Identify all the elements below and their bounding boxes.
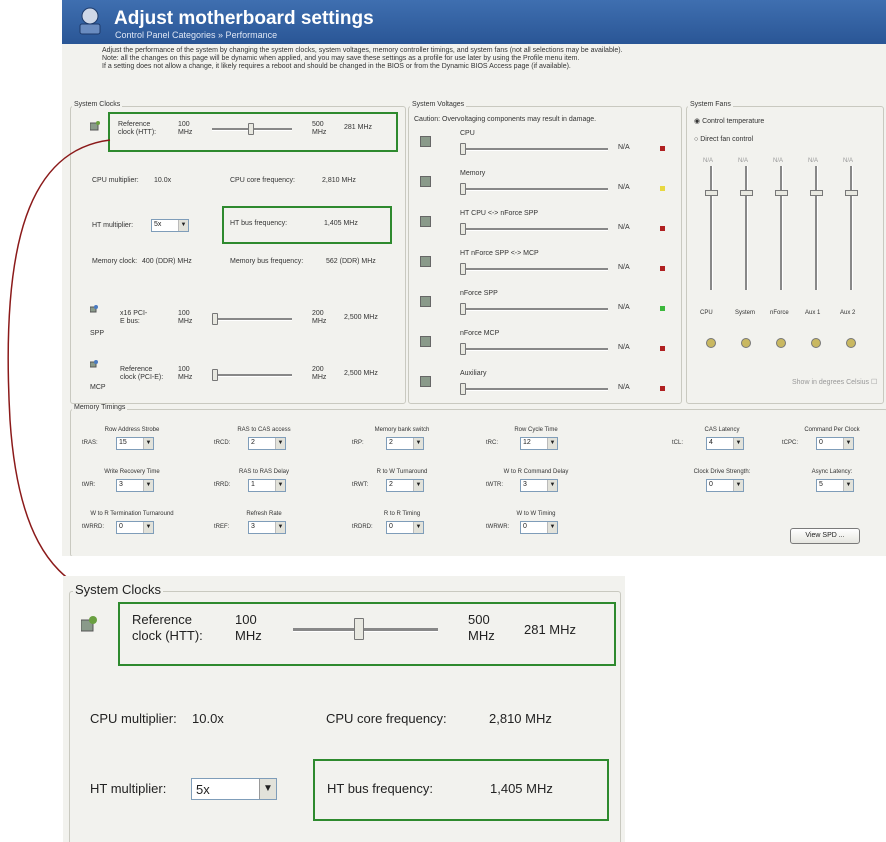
zoom-ht-bus-label: HT bus frequency: (327, 781, 433, 796)
zoom-ref-clock-slider[interactable] (293, 618, 438, 640)
zoom-ref-clock-label: Reference clock (HTT): (132, 612, 203, 643)
zoom-ref-clock-max: 500 MHz (468, 612, 495, 643)
zoom-ht-bus-value: 1,405 MHz (490, 781, 553, 796)
zoom-ref-clock-thumb[interactable] (354, 618, 365, 640)
zoom-ht-multiplier-label: HT multiplier: (90, 781, 167, 796)
zoom-cpu-multiplier-label: CPU multiplier: (90, 711, 177, 726)
zoom-cpu-core-value: 2,810 MHz (489, 711, 552, 726)
zoom-cpu-core-label: CPU core frequency: (326, 711, 447, 726)
zoom-ref-clock-min: 100 MHz (235, 612, 262, 643)
zoomed-system-clocks: System Clocks Reference clock (HTT): 100… (63, 576, 625, 842)
zoom-ht-multiplier-select[interactable]: 5x ▼ (191, 778, 277, 800)
zoom-section-title: System Clocks (73, 582, 163, 597)
chevron-down-icon[interactable]: ▼ (259, 779, 276, 799)
zoom-cpu-multiplier-value: 10.0x (192, 711, 224, 726)
zoom-clock-icon (80, 616, 97, 632)
zoom-ref-clock-value: 281 MHz (524, 622, 577, 637)
